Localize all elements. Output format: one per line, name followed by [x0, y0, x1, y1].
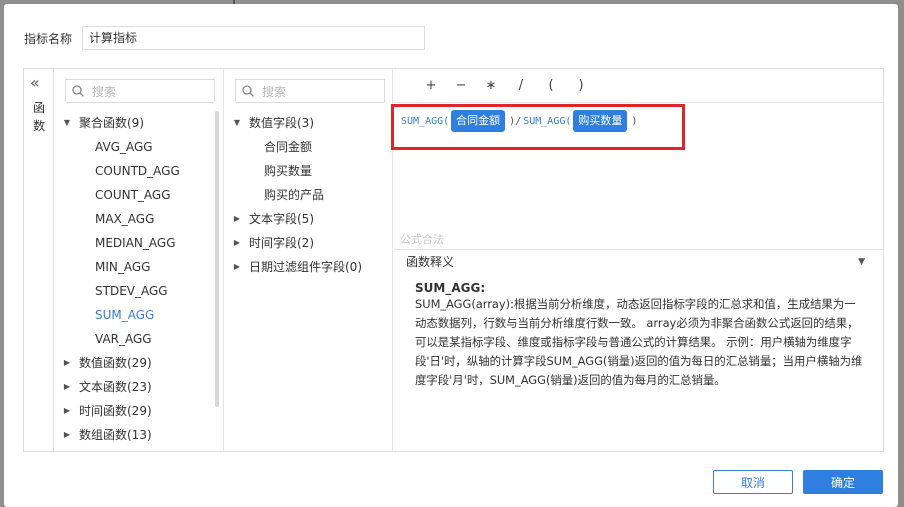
- caret-right-icon[interactable]: ▶: [233, 207, 241, 231]
- group-label: 日期过滤组件字段(0): [249, 260, 362, 274]
- operator-toolbar: + − ∗ / ( ): [394, 69, 883, 103]
- formula-highlight-box: [391, 104, 685, 150]
- function-item-avg-agg[interactable]: AVG_AGG: [55, 135, 223, 159]
- function-item-var-agg[interactable]: VAR_AGG: [55, 327, 223, 351]
- group-label: 数值函数(29): [79, 356, 152, 370]
- group-label: 文本字段(5): [249, 212, 314, 226]
- calculated-metric-dialog: 指标名称 计算指标 « 函数 搜索 ▼ 聚合函数(9) AVG_AGG COUN…: [4, 4, 898, 507]
- function-search-input[interactable]: 搜索: [65, 79, 215, 103]
- function-panel-label: 函数: [33, 101, 46, 133]
- search-icon: [242, 85, 254, 97]
- formula-editor: + − ∗ / ( ) SUM_AGG( 合同金额 )/ SUM_AGG( 购买…: [391, 69, 883, 451]
- function-explanation-panel: 函数释义 ▼ SUM_AGG: SUM_AGG(array):根据当前分析维度，…: [394, 249, 883, 451]
- explanation-header-label: 函数释义: [406, 255, 455, 269]
- field-item-purchased-product[interactable]: 购买的产品: [225, 183, 392, 207]
- tree-group-text-fields[interactable]: ▶ 文本字段(5): [225, 207, 392, 231]
- formula-validation-status: 公式合法: [400, 233, 444, 246]
- tree-group-text[interactable]: ▶ 文本函数(23): [55, 375, 223, 399]
- tree-group-numeric[interactable]: ▶ 数值函数(29): [55, 351, 223, 375]
- field-list-column: 搜索 ▼ 数值字段(3) 合同金额 购买数量 购买的产品 ▶ 文本字段(5) ▶…: [225, 69, 393, 451]
- function-item-median-agg[interactable]: MEDIAN_AGG: [55, 231, 223, 255]
- search-icon: [72, 85, 84, 97]
- function-panel-toggle[interactable]: « 函数: [24, 69, 54, 451]
- group-label: 聚合函数(9): [79, 116, 144, 130]
- caret-right-icon[interactable]: ▶: [233, 231, 241, 255]
- field-search-input[interactable]: 搜索: [235, 79, 385, 103]
- caret-right-icon[interactable]: ▶: [63, 423, 71, 447]
- function-item-min-agg[interactable]: MIN_AGG: [55, 255, 223, 279]
- function-item-stdev-agg[interactable]: STDEV_AGG: [55, 279, 223, 303]
- explanation-header[interactable]: 函数释义 ▼: [394, 250, 883, 274]
- divide-operator-button[interactable]: /: [506, 78, 536, 93]
- field-item-purchase-quantity[interactable]: 购买数量: [225, 159, 392, 183]
- tree-group-time-fields[interactable]: ▶ 时间字段(2): [225, 231, 392, 255]
- function-item-countd-agg[interactable]: COUNTD_AGG: [55, 159, 223, 183]
- tree-group-time[interactable]: ▶ 时间函数(29): [55, 399, 223, 423]
- field-tree: ▼ 数值字段(3) 合同金额 购买数量 购买的产品 ▶ 文本字段(5) ▶ 时间…: [225, 111, 392, 279]
- caret-down-icon[interactable]: ▼: [858, 250, 865, 274]
- plus-operator-button[interactable]: +: [416, 78, 446, 93]
- caret-right-icon[interactable]: ▶: [63, 375, 71, 399]
- field-item-contract-amount[interactable]: 合同金额: [225, 135, 392, 159]
- group-label: 时间字段(2): [249, 236, 314, 250]
- caret-right-icon[interactable]: ▶: [233, 255, 241, 279]
- minus-operator-button[interactable]: −: [446, 78, 476, 93]
- function-tree: ▼ 聚合函数(9) AVG_AGG COUNTD_AGG COUNT_AGG M…: [55, 111, 223, 447]
- tree-group-numeric-fields[interactable]: ▼ 数值字段(3): [225, 111, 392, 135]
- metric-name-input[interactable]: 计算指标: [82, 26, 425, 50]
- tree-group-array[interactable]: ▶ 数组函数(13): [55, 423, 223, 447]
- double-chevron-left-icon[interactable]: «: [30, 73, 40, 92]
- caret-down-icon[interactable]: ▼: [233, 111, 241, 135]
- search-placeholder: 搜索: [262, 84, 287, 99]
- search-placeholder: 搜索: [92, 84, 117, 99]
- caret-right-icon[interactable]: ▶: [63, 399, 71, 423]
- group-label: 数组函数(13): [79, 428, 152, 442]
- function-item-sum-agg[interactable]: SUM_AGG: [55, 303, 223, 327]
- explanation-body: SUM_AGG(array):根据当前分析维度，动态返回指标字段的汇总求和值，生…: [415, 297, 863, 387]
- function-item-count-agg[interactable]: COUNT_AGG: [55, 183, 223, 207]
- confirm-button[interactable]: 确定: [803, 470, 883, 494]
- cancel-button[interactable]: 取消: [713, 470, 793, 494]
- tree-group-aggregate[interactable]: ▼ 聚合函数(9): [55, 111, 223, 135]
- group-label: 数值字段(3): [249, 116, 314, 130]
- formula-editor-panel: « 函数 搜索 ▼ 聚合函数(9) AVG_AGG COUNTD_AGG COU…: [23, 68, 884, 452]
- explanation-title: SUM_AGG:: [415, 281, 486, 295]
- function-list-scrollbar[interactable]: [215, 111, 219, 407]
- tree-group-date-filter-fields[interactable]: ▶ 日期过滤组件字段(0): [225, 255, 392, 279]
- multiply-operator-button[interactable]: ∗: [476, 78, 506, 93]
- function-list-column: 搜索 ▼ 聚合函数(9) AVG_AGG COUNTD_AGG COUNT_AG…: [55, 69, 224, 451]
- open-paren-button[interactable]: (: [536, 78, 566, 93]
- group-label: 文本函数(23): [79, 380, 152, 394]
- caret-down-icon[interactable]: ▼: [63, 111, 71, 135]
- group-label: 时间函数(29): [79, 404, 152, 418]
- caret-right-icon[interactable]: ▶: [63, 351, 71, 375]
- close-paren-button[interactable]: ): [566, 78, 596, 93]
- function-item-max-agg[interactable]: MAX_AGG: [55, 207, 223, 231]
- metric-name-label: 指标名称: [24, 31, 73, 46]
- metric-name-row: 指标名称 计算指标: [24, 26, 425, 50]
